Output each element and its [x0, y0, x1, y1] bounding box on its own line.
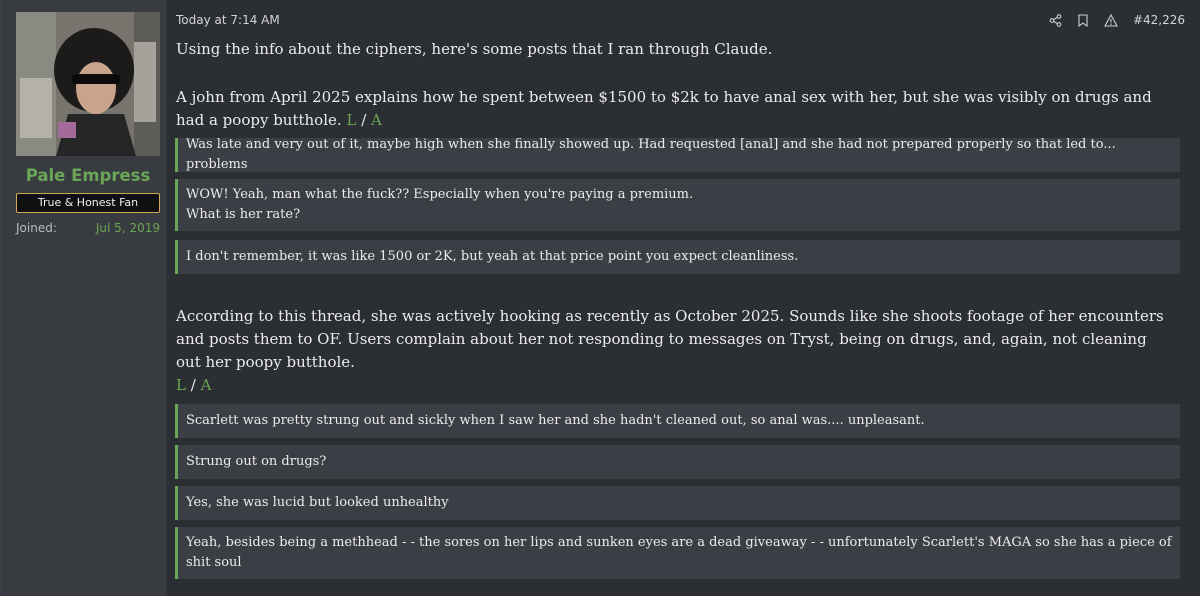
share-icon[interactable] — [1049, 13, 1062, 27]
quote-text: I don't remember, it was like 1500 or 2K… — [186, 249, 799, 264]
quote-block: Was late and very out of it, maybe high … — [175, 137, 1180, 172]
joined-date: Jul 5, 2019 — [95, 221, 160, 235]
post-number[interactable]: #42,226 — [1133, 13, 1185, 27]
post-paragraph-1: A john from April 2025 explains how he s… — [176, 86, 1176, 132]
quote-block: Scarlett was pretty strung out and sickl… — [175, 404, 1180, 438]
forum-post: Pale Empress True & Honest Fan Joined: J… — [0, 0, 1199, 596]
link-separator: / — [190, 376, 196, 394]
post-actions: #42,226 — [1049, 13, 1185, 27]
quote-text: Strung out on drugs? — [186, 454, 327, 469]
quote-text: What is her rate? — [186, 207, 301, 222]
link-separator: / — [361, 111, 367, 129]
link-l[interactable]: L — [176, 376, 186, 394]
link-a[interactable]: A — [371, 111, 382, 129]
post-intro: Using the info about the ciphers, here's… — [176, 40, 773, 58]
avatar[interactable] — [16, 12, 160, 156]
quote-block: Yes, she was lucid but looked unhealthy — [175, 486, 1180, 520]
post-timestamp[interactable]: Today at 7:14 AM — [176, 13, 280, 27]
user-sidebar: Pale Empress True & Honest Fan Joined: J… — [1, 0, 168, 596]
quote-block: I don't remember, it was like 1500 or 2K… — [175, 240, 1180, 274]
post-paragraph-2: According to this thread, she was active… — [176, 305, 1176, 397]
username[interactable]: Pale Empress — [1, 166, 175, 185]
avatar-image — [16, 12, 160, 156]
paragraph-2-text: According to this thread, she was active… — [176, 307, 1164, 371]
quote-block: Yeah, besides being a methhead - - the s… — [175, 527, 1180, 579]
post-content: Today at 7:14 AM #42,226 Using the info … — [168, 0, 1199, 596]
link-a[interactable]: A — [201, 376, 212, 394]
quote-text: Yes, she was lucid but looked unhealthy — [186, 495, 449, 510]
link-l[interactable]: L — [346, 111, 356, 129]
bookmark-icon[interactable] — [1077, 13, 1089, 27]
paragraph-1-text: A john from April 2025 explains how he s… — [176, 88, 1152, 129]
report-icon[interactable] — [1104, 13, 1118, 27]
user-title-badge: True & Honest Fan — [16, 193, 160, 213]
quote-block: WOW! Yeah, man what the fuck?? Especiall… — [175, 179, 1180, 231]
quote-text: WOW! Yeah, man what the fuck?? Especiall… — [186, 187, 694, 202]
quote-text: Was late and very out of it, maybe high … — [186, 137, 1116, 172]
quote-text: Yeah, besides being a methhead - - the s… — [186, 535, 1172, 570]
quote-block: Strung out on drugs? — [175, 445, 1180, 479]
joined-label: Joined: — [16, 221, 57, 235]
quote-text: Scarlett was pretty strung out and sickl… — [186, 413, 925, 428]
